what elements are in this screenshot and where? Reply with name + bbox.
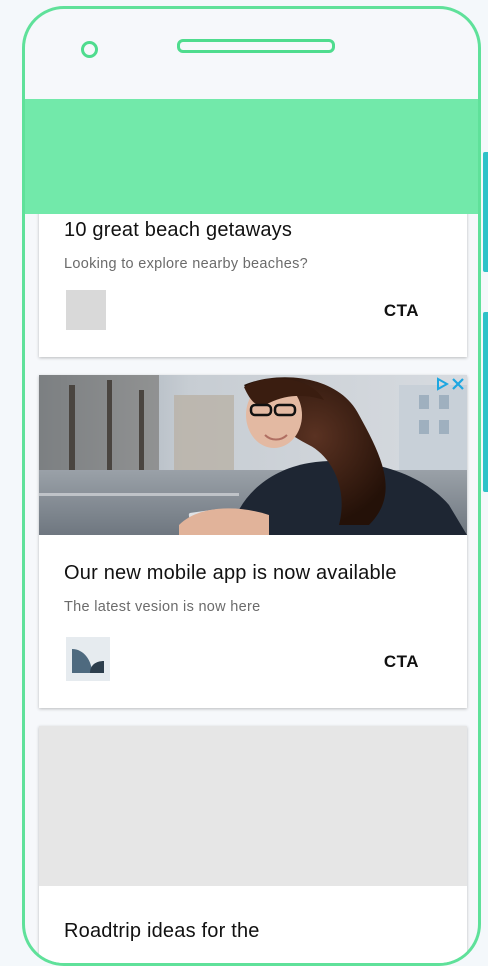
- adchoices-icon[interactable]: [435, 377, 449, 391]
- card-subtitle: Looking to explore nearby beaches?: [64, 256, 308, 272]
- card-title: Our new mobile app is now available: [64, 562, 397, 584]
- image-placeholder: [39, 726, 467, 886]
- woman-looking-at-phone-photo[interactable]: [39, 375, 467, 535]
- cta-button[interactable]: CTA: [384, 652, 419, 672]
- card-roadtrip-ideas[interactable]: Roadtrip ideas for the: [39, 726, 467, 963]
- close-icon[interactable]: [451, 377, 465, 391]
- hero-image: [39, 375, 467, 535]
- card-title: 10 great beach getaways: [64, 219, 293, 241]
- card-subtitle: The latest vesion is now here: [64, 599, 261, 615]
- phone-frame: 10 great beach getaways Looking to explo…: [22, 6, 481, 966]
- card-title: Roadtrip ideas for the: [64, 920, 260, 942]
- card-mobile-app-ad[interactable]: Our new mobile app is now available The …: [39, 375, 467, 708]
- placeholder-icon: [66, 290, 106, 330]
- adchoices[interactable]: [431, 375, 467, 393]
- side-button-top[interactable]: [483, 152, 488, 272]
- speaker-grille: [177, 39, 335, 53]
- screen[interactable]: 10 great beach getaways Looking to explo…: [25, 99, 478, 963]
- brand-logo-icon: [66, 637, 110, 681]
- camera-icon: [81, 41, 98, 58]
- side-button-bottom[interactable]: [483, 312, 488, 492]
- header-bar: [25, 99, 478, 214]
- cta-button[interactable]: CTA: [384, 301, 419, 321]
